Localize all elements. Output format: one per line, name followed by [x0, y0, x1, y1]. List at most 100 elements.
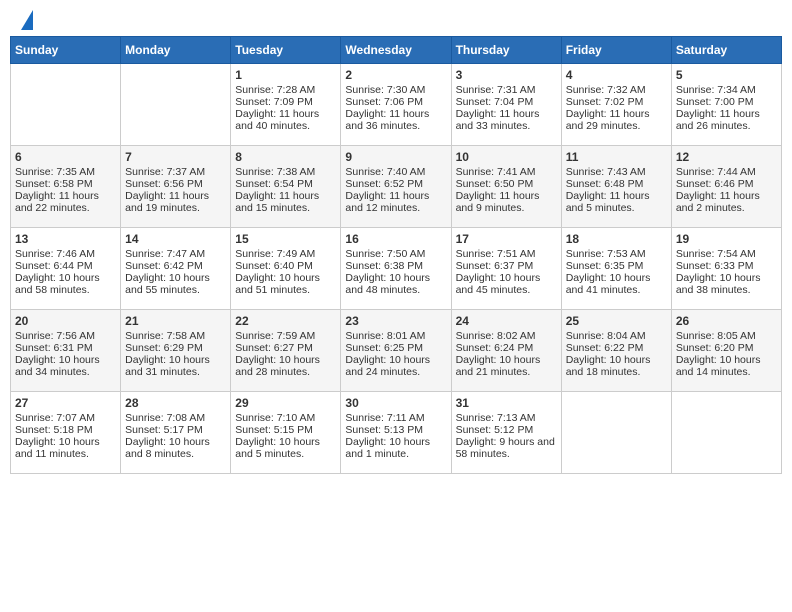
- sunset: Sunset: 6:35 PM: [566, 260, 644, 272]
- sunrise: Sunrise: 7:40 AM: [345, 166, 425, 178]
- sunset: Sunset: 6:48 PM: [566, 178, 644, 190]
- day-number: 26: [676, 314, 777, 328]
- daylight: Daylight: 10 hours and 11 minutes.: [15, 436, 100, 460]
- sunset: Sunset: 6:56 PM: [125, 178, 203, 190]
- calendar-cell: 13 Sunrise: 7:46 AM Sunset: 6:44 PM Dayl…: [11, 228, 121, 310]
- sunrise: Sunrise: 7:31 AM: [456, 84, 536, 96]
- weekday-header-tuesday: Tuesday: [231, 37, 341, 64]
- day-number: 10: [456, 150, 557, 164]
- calendar-cell: 11 Sunrise: 7:43 AM Sunset: 6:48 PM Dayl…: [561, 146, 671, 228]
- day-number: 13: [15, 232, 116, 246]
- day-number: 15: [235, 232, 336, 246]
- calendar-cell: 10 Sunrise: 7:41 AM Sunset: 6:50 PM Dayl…: [451, 146, 561, 228]
- weekday-header-wednesday: Wednesday: [341, 37, 451, 64]
- daylight: Daylight: 11 hours and 9 minutes.: [456, 190, 540, 214]
- sunset: Sunset: 6:24 PM: [456, 342, 534, 354]
- calendar-cell: 9 Sunrise: 7:40 AM Sunset: 6:52 PM Dayli…: [341, 146, 451, 228]
- sunset: Sunset: 5:18 PM: [15, 424, 93, 436]
- calendar-cell: 27 Sunrise: 7:07 AM Sunset: 5:18 PM Dayl…: [11, 392, 121, 474]
- day-number: 22: [235, 314, 336, 328]
- daylight: Daylight: 10 hours and 28 minutes.: [235, 354, 320, 378]
- daylight: Daylight: 11 hours and 33 minutes.: [456, 108, 540, 132]
- daylight: Daylight: 10 hours and 24 minutes.: [345, 354, 430, 378]
- calendar-table: SundayMondayTuesdayWednesdayThursdayFrid…: [10, 36, 782, 474]
- sunset: Sunset: 6:37 PM: [456, 260, 534, 272]
- week-row-4: 20 Sunrise: 7:56 AM Sunset: 6:31 PM Dayl…: [11, 310, 782, 392]
- calendar-cell: 5 Sunrise: 7:34 AM Sunset: 7:00 PM Dayli…: [671, 64, 781, 146]
- calendar-cell: [11, 64, 121, 146]
- sunset: Sunset: 6:40 PM: [235, 260, 313, 272]
- day-number: 3: [456, 68, 557, 82]
- weekday-header-monday: Monday: [121, 37, 231, 64]
- day-number: 2: [345, 68, 446, 82]
- sunrise: Sunrise: 7:08 AM: [125, 412, 205, 424]
- sunrise: Sunrise: 7:58 AM: [125, 330, 205, 342]
- weekday-header-friday: Friday: [561, 37, 671, 64]
- sunrise: Sunrise: 7:47 AM: [125, 248, 205, 260]
- sunrise: Sunrise: 8:01 AM: [345, 330, 425, 342]
- day-number: 16: [345, 232, 446, 246]
- day-number: 17: [456, 232, 557, 246]
- sunrise: Sunrise: 7:53 AM: [566, 248, 646, 260]
- day-number: 20: [15, 314, 116, 328]
- daylight: Daylight: 10 hours and 48 minutes.: [345, 272, 430, 296]
- sunset: Sunset: 6:22 PM: [566, 342, 644, 354]
- sunrise: Sunrise: 7:44 AM: [676, 166, 756, 178]
- calendar-cell: 7 Sunrise: 7:37 AM Sunset: 6:56 PM Dayli…: [121, 146, 231, 228]
- sunrise: Sunrise: 7:37 AM: [125, 166, 205, 178]
- sunrise: Sunrise: 7:56 AM: [15, 330, 95, 342]
- daylight: Daylight: 10 hours and 58 minutes.: [15, 272, 100, 296]
- logo: [18, 10, 33, 28]
- calendar-cell: 20 Sunrise: 7:56 AM Sunset: 6:31 PM Dayl…: [11, 310, 121, 392]
- sunset: Sunset: 6:42 PM: [125, 260, 203, 272]
- calendar-cell: 29 Sunrise: 7:10 AM Sunset: 5:15 PM Dayl…: [231, 392, 341, 474]
- daylight: Daylight: 10 hours and 18 minutes.: [566, 354, 651, 378]
- daylight: Daylight: 10 hours and 55 minutes.: [125, 272, 210, 296]
- day-number: 8: [235, 150, 336, 164]
- sunrise: Sunrise: 7:10 AM: [235, 412, 315, 424]
- week-row-5: 27 Sunrise: 7:07 AM Sunset: 5:18 PM Dayl…: [11, 392, 782, 474]
- week-row-1: 1 Sunrise: 7:28 AM Sunset: 7:09 PM Dayli…: [11, 64, 782, 146]
- day-number: 30: [345, 396, 446, 410]
- day-number: 7: [125, 150, 226, 164]
- sunrise: Sunrise: 7:49 AM: [235, 248, 315, 260]
- sunrise: Sunrise: 7:54 AM: [676, 248, 756, 260]
- day-number: 9: [345, 150, 446, 164]
- sunrise: Sunrise: 7:46 AM: [15, 248, 95, 260]
- calendar-cell: 30 Sunrise: 7:11 AM Sunset: 5:13 PM Dayl…: [341, 392, 451, 474]
- calendar-cell: 16 Sunrise: 7:50 AM Sunset: 6:38 PM Dayl…: [341, 228, 451, 310]
- calendar-cell: 25 Sunrise: 8:04 AM Sunset: 6:22 PM Dayl…: [561, 310, 671, 392]
- sunset: Sunset: 6:50 PM: [456, 178, 534, 190]
- daylight: Daylight: 11 hours and 36 minutes.: [345, 108, 429, 132]
- sunrise: Sunrise: 7:13 AM: [456, 412, 536, 424]
- calendar-cell: [671, 392, 781, 474]
- week-row-2: 6 Sunrise: 7:35 AM Sunset: 6:58 PM Dayli…: [11, 146, 782, 228]
- sunrise: Sunrise: 7:32 AM: [566, 84, 646, 96]
- calendar-cell: 26 Sunrise: 8:05 AM Sunset: 6:20 PM Dayl…: [671, 310, 781, 392]
- daylight: Daylight: 11 hours and 29 minutes.: [566, 108, 650, 132]
- page-header: [10, 10, 782, 28]
- sunset: Sunset: 6:27 PM: [235, 342, 313, 354]
- daylight: Daylight: 10 hours and 38 minutes.: [676, 272, 761, 296]
- sunset: Sunset: 6:52 PM: [345, 178, 423, 190]
- daylight: Daylight: 10 hours and 14 minutes.: [676, 354, 761, 378]
- daylight: Daylight: 10 hours and 45 minutes.: [456, 272, 541, 296]
- daylight: Daylight: 10 hours and 31 minutes.: [125, 354, 210, 378]
- day-number: 6: [15, 150, 116, 164]
- sunset: Sunset: 5:15 PM: [235, 424, 313, 436]
- weekday-header-thursday: Thursday: [451, 37, 561, 64]
- weekday-header-row: SundayMondayTuesdayWednesdayThursdayFrid…: [11, 37, 782, 64]
- daylight: Daylight: 10 hours and 51 minutes.: [235, 272, 320, 296]
- calendar-cell: 17 Sunrise: 7:51 AM Sunset: 6:37 PM Dayl…: [451, 228, 561, 310]
- sunrise: Sunrise: 8:02 AM: [456, 330, 536, 342]
- sunrise: Sunrise: 7:30 AM: [345, 84, 425, 96]
- day-number: 24: [456, 314, 557, 328]
- sunset: Sunset: 6:44 PM: [15, 260, 93, 272]
- daylight: Daylight: 11 hours and 26 minutes.: [676, 108, 760, 132]
- sunrise: Sunrise: 7:28 AM: [235, 84, 315, 96]
- sunset: Sunset: 5:17 PM: [125, 424, 203, 436]
- sunrise: Sunrise: 7:43 AM: [566, 166, 646, 178]
- calendar-cell: 23 Sunrise: 8:01 AM Sunset: 6:25 PM Dayl…: [341, 310, 451, 392]
- daylight: Daylight: 11 hours and 40 minutes.: [235, 108, 319, 132]
- sunset: Sunset: 6:33 PM: [676, 260, 754, 272]
